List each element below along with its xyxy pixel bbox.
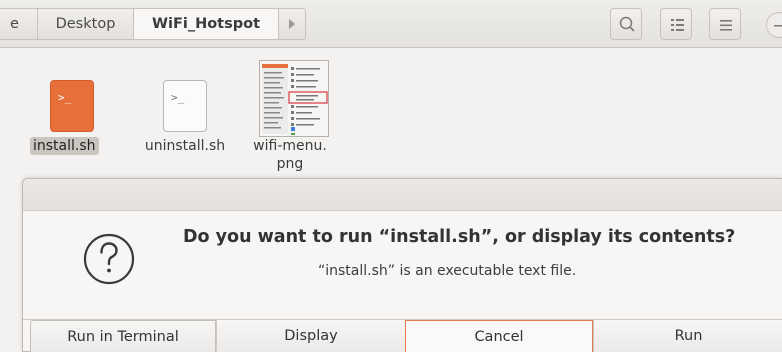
terminal-script-icon: >_	[50, 80, 94, 132]
file-label: install.sh	[30, 137, 99, 155]
file-label: wifi-menu. png	[240, 137, 340, 173]
file-label-line-1: wifi-menu.	[253, 138, 327, 154]
list-view-icon	[671, 19, 684, 31]
screenshot-preview-graphic	[260, 61, 328, 136]
display-button[interactable]: Display	[216, 320, 405, 352]
dialog-subtext: “install.sh” is an executable text file.	[318, 263, 577, 279]
menu-button[interactable]	[709, 8, 741, 40]
run-script-dialog: Do you want to run “install.sh”, or disp…	[22, 178, 782, 352]
run-button[interactable]: Run	[593, 320, 782, 352]
hamburger-menu-icon	[720, 20, 732, 31]
chevron-right-icon	[289, 19, 295, 29]
minimize-icon	[774, 25, 782, 27]
breadcrumb-current-folder[interactable]: WiFi_Hotspot	[133, 8, 279, 40]
search-icon	[619, 16, 635, 32]
breadcrumb-forward-button[interactable]	[278, 8, 306, 40]
dialog-heading: Do you want to run “install.sh”, or disp…	[183, 227, 736, 247]
image-thumbnail	[259, 60, 329, 137]
dialog-titlebar[interactable]	[23, 179, 782, 211]
breadcrumb-desktop[interactable]: Desktop	[37, 8, 134, 40]
dialog-button-row: Run in Terminal Display Cancel Run	[23, 319, 782, 352]
view-toggle-button[interactable]	[660, 8, 692, 40]
run-in-terminal-button[interactable]: Run in Terminal	[30, 320, 216, 352]
question-icon	[83, 233, 135, 285]
header-bar: e Desktop WiFi_Hotspot	[0, 0, 782, 48]
file-label-line-2: png	[276, 156, 304, 172]
minimize-button[interactable]	[766, 12, 782, 38]
cancel-button[interactable]: Cancel	[405, 320, 593, 352]
file-label: uninstall.sh	[144, 138, 226, 154]
breadcrumb-partial-item[interactable]: e	[0, 8, 38, 40]
search-button[interactable]	[610, 8, 642, 40]
terminal-script-icon: >_	[163, 80, 207, 132]
